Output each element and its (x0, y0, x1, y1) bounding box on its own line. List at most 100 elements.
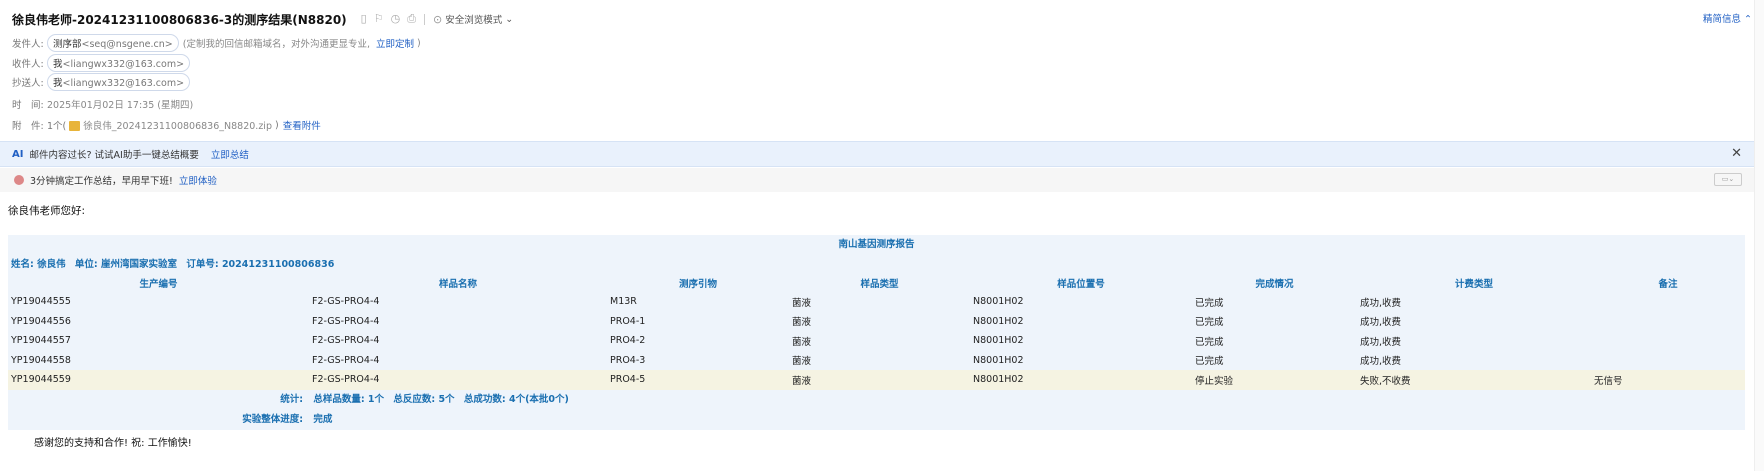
table-cell: M13R (610, 296, 637, 308)
summary-toggle-label: 精简信息 (1702, 14, 1741, 25)
cc-label: 抄送人: (12, 78, 44, 89)
shield-icon: ⊙ (433, 12, 443, 26)
column-header: 备注 (1658, 279, 1678, 290)
flag-icon[interactable]: ⚐ (374, 12, 384, 26)
from-row: 发件人: 测序部<seq@nsgene.cn> (定制我的回信邮箱域名，对外沟通… (12, 34, 421, 52)
column-header: 测序引物 (678, 279, 717, 290)
stats-row: 统计: 总样品数量: 1个 总反应数: 5个 总成功数: 4个(本批0个) (8, 390, 1745, 410)
total-success: 总成功数: 4个(本批0个) (463, 393, 569, 405)
column-header: 样品名称 (438, 279, 477, 290)
table-cell: 菌液 (789, 370, 970, 390)
table-cell (1591, 292, 1745, 312)
closing-text: 感谢您的支持和合作! 祝: 工作愉快! (34, 438, 192, 449)
total-samples: 总样品数量: 1个 (313, 393, 385, 405)
table-cell: F2-GS-PRO4-4 (312, 335, 380, 347)
attachment-close-paren: ) (274, 119, 279, 131)
table-cell (1591, 331, 1745, 351)
ai-summary-bar: AI 邮件内容过长? 试试AI助手一键总结概要 立即总结 ✕ (0, 141, 1754, 167)
table-cell: 菌液 (792, 356, 812, 368)
to-label: 收件人: (12, 59, 44, 70)
table-row: YP19044559 F2-GS-PRO4-4 PRO4-5 菌液 N8001H02 停止… (8, 370, 1745, 390)
table-cell: PRO4-2 (610, 335, 646, 347)
table-cell: N8001H02 (973, 335, 1024, 347)
table-cell: F2-GS-PRO4-4 (309, 370, 607, 390)
table-cell: 成功,收费 (1360, 317, 1402, 329)
table-cell: 已完成 (1195, 356, 1224, 368)
promo-avatar-icon (14, 175, 24, 185)
cc-chip[interactable]: 我<liangwx332@163.com> (47, 73, 191, 91)
report-info: 姓名: 徐良伟 单位: 崖州湾国家实验室 订单号: 20241231100806… (8, 255, 1745, 274)
recipient-chip[interactable]: 我<liangwx332@163.com> (47, 54, 191, 72)
print-icon[interactable]: ⎙ (407, 12, 416, 26)
clock-icon[interactable]: ◷ (391, 12, 401, 26)
table-cell: F2-GS-PRO4-4 (312, 315, 380, 327)
to-row: 收件人: 我<liangwx332@163.com> (12, 54, 191, 72)
ai-icon: AI (12, 148, 24, 160)
table-cell: 失败,不收费 (1357, 370, 1591, 390)
table-cell: N8001H02 (973, 315, 1024, 327)
table-row: YP19044558 F2-GS-PRO4-4 PRO4-3 菌液 N8001H02 已完… (8, 351, 1745, 371)
time-label: 时 间: (12, 100, 44, 111)
table-cell: YP19044557 (11, 335, 71, 347)
table-cell: YP19044558 (11, 354, 71, 366)
total-reactions: 总反应数: 5个 (393, 393, 455, 405)
attachment-file[interactable]: 徐良伟_20241231100806836_N8820.zip (83, 118, 272, 132)
table-cell: YP19044559 (8, 370, 309, 390)
sender-name: 测序部 (53, 39, 82, 50)
custom-domain-note: (定制我的回信邮箱域名，对外沟通更显专业, (182, 39, 370, 50)
table-cell: N8001H02 (973, 354, 1024, 366)
table-cell: 成功,收费 (1360, 297, 1402, 309)
subject-row: 徐良伟老师-20241231100806836-3的测序结果(N8820) ▯ … (12, 10, 1752, 28)
column-header: 计费类型 (1454, 279, 1493, 290)
table-cell: 已完成 (1195, 336, 1224, 348)
zip-file-icon (69, 121, 81, 131)
report-title: 南山基因测序报告 (838, 239, 915, 250)
note-close-paren: ) (417, 37, 421, 49)
table-cell: F2-GS-PRO4-4 (312, 354, 380, 366)
customer-name: 姓名: 徐良伟 (11, 259, 66, 270)
subject-toolbar: ▯ ⚐ ◷ ⎙ (361, 12, 416, 26)
chevron-down-icon: ⌄ (505, 13, 514, 25)
ai-summarize-link[interactable]: 立即总结 (211, 147, 249, 161)
attachment-count: 1个( (47, 121, 67, 132)
table-cell: 停止实验 (1192, 370, 1357, 390)
table-cell: 已完成 (1195, 317, 1224, 329)
attachment-row: 附 件: 1个( 徐良伟_20241231100806836_N8820.zip… (12, 118, 321, 133)
custom-domain-link[interactable]: 立即定制 (376, 36, 414, 50)
table-header-row: 生产编号 样品名称 测序引物 样品类型 样品位置号 完成情况 计费类型 备注 (8, 274, 1745, 292)
report-table: 南山基因测序报告 姓名: 徐良伟 单位: 崖州湾国家实验室 订单号: 20241… (8, 235, 1745, 430)
ai-bar-text: 邮件内容过长? 试试AI助手一键总结概要 (29, 150, 199, 161)
table-cell (1591, 351, 1745, 371)
table-cell: YP19044556 (11, 315, 71, 327)
cc-row: 抄送人: 我<liangwx332@163.com> (12, 73, 191, 91)
column-header: 完成情况 (1255, 279, 1294, 290)
progress-value: 完成 (313, 413, 333, 425)
recipient-name: 我 (53, 59, 63, 70)
scrollbar[interactable] (1754, 0, 1764, 471)
table-cell: 无信号 (1591, 370, 1745, 390)
table-cell: 菌液 (792, 317, 812, 329)
promo-link[interactable]: 立即体验 (179, 173, 217, 187)
column-header: 生产编号 (139, 279, 178, 290)
table-row: YP19044555 F2-GS-PRO4-4 M13R 菌液 N8001H02 已完成 成… (8, 292, 1745, 312)
attachment-label: 附 件: (12, 121, 44, 132)
promo-text: 3分钟搞定工作总结，早用早下班! (30, 176, 173, 187)
table-cell: F2-GS-PRO4-4 (312, 296, 380, 308)
chevron-up-icon: ⌃ (1744, 14, 1752, 25)
safe-mode-toggle[interactable]: ⊙ 安全浏览模式 ⌄ (433, 12, 514, 27)
table-row: YP19044556 F2-GS-PRO4-4 PRO4-1 菌液 N8001H02 已完… (8, 312, 1745, 332)
view-attachment-link[interactable]: 查看附件 (283, 118, 321, 132)
customer-unit: 单位: 崖州湾国家实验室 (74, 259, 178, 270)
promo-dropdown-icon[interactable]: ▭⌄ (1714, 173, 1742, 186)
close-icon[interactable]: ✕ (1731, 146, 1742, 161)
from-label: 发件人: (12, 39, 44, 50)
sender-chip[interactable]: 测序部<seq@nsgene.cn> (47, 34, 179, 52)
sender-address: <seq@nsgene.cn> (81, 39, 173, 50)
safe-mode-label: 安全浏览模式 (445, 15, 503, 26)
progress-row: 实验整体进度: 完成 (8, 410, 1745, 430)
table-cell: 菌液 (792, 297, 812, 309)
order-number: 订单号: 20241231100806836 (186, 259, 335, 270)
bookmark-icon[interactable]: ▯ (361, 12, 367, 26)
table-cell: 菌液 (792, 336, 812, 348)
summary-toggle[interactable]: 精简信息 ⌃ (1703, 11, 1752, 25)
